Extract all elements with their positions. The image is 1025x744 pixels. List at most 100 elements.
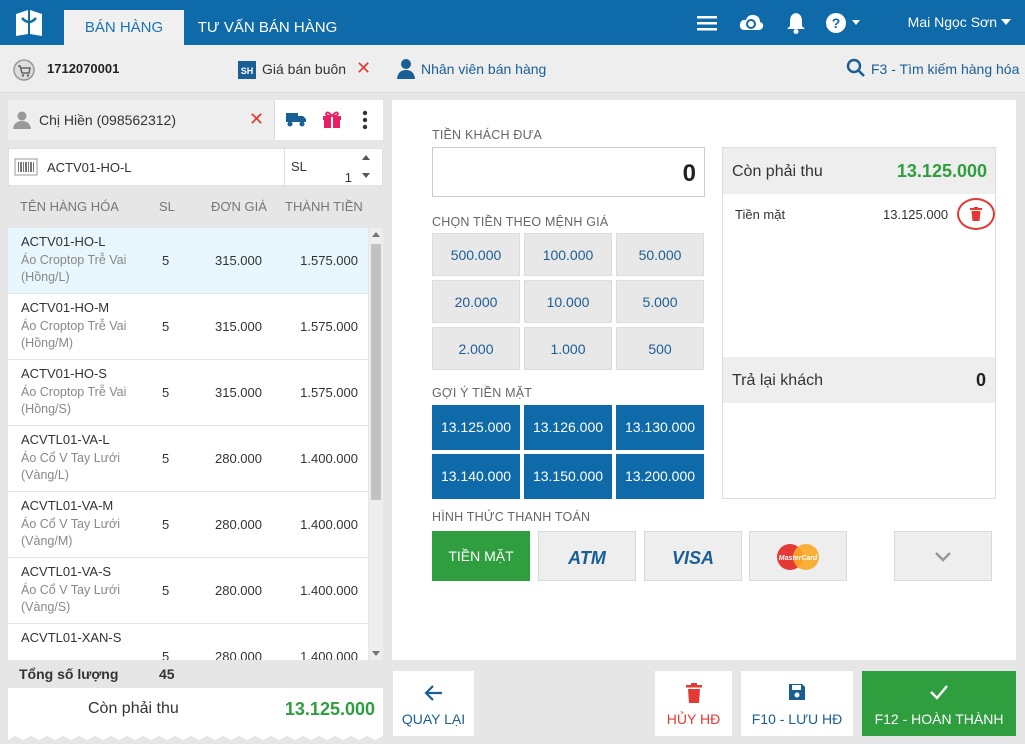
denom-button[interactable]: 2.000 <box>432 327 520 370</box>
summary-due-label: Còn phải thu <box>732 163 823 180</box>
quantity-down-icon[interactable] <box>362 173 370 178</box>
row-qty[interactable]: 5 <box>162 583 169 598</box>
payment-row-value[interactable]: 13.125.000 <box>883 207 948 222</box>
cash-suggestion-button[interactable]: 13.140.000 <box>432 454 520 499</box>
cash-suggestion-button[interactable]: 13.125.000 <box>432 405 520 450</box>
cloud-sync-icon[interactable] <box>738 10 764 36</box>
cash-suggestion-label: GỢI Ý TIỀN MẶT <box>432 386 533 400</box>
finish-button[interactable]: F12 - HOÀN THÀNH <box>862 671 1016 736</box>
summary-return-row: Trả lại khách 0 <box>723 357 995 403</box>
help-caret-icon[interactable] <box>852 20 860 25</box>
staff-selector[interactable]: Nhân viên bán hàng <box>421 61 546 77</box>
product-code-input[interactable]: ACTV01-HO-L <box>47 160 132 175</box>
col-header-total: THÀNH TIỀN <box>285 199 363 214</box>
price-type-label[interactable]: Giá bán buôn <box>262 61 346 77</box>
scroll-down-icon[interactable] <box>372 651 380 656</box>
cash-suggestion-button[interactable]: 13.150.000 <box>524 454 612 499</box>
row-price[interactable]: 315.000 <box>215 385 262 400</box>
row-qty[interactable]: 5 <box>162 385 169 400</box>
mastercard-logo-text: MasterCard <box>779 555 818 562</box>
denom-button[interactable]: 50.000 <box>616 233 704 276</box>
delivery-truck-icon[interactable] <box>285 110 307 128</box>
denom-button[interactable]: 5.000 <box>616 280 704 323</box>
user-caret-icon[interactable] <box>1001 19 1011 25</box>
save-icon <box>789 684 805 700</box>
pay-atm-button[interactable]: ATM <box>538 531 636 581</box>
row-price[interactable]: 280.000 <box>215 517 262 532</box>
bell-icon[interactable] <box>783 10 809 36</box>
trash-icon <box>685 683 702 703</box>
cash-suggestion-button[interactable]: 13.130.000 <box>616 405 704 450</box>
quantity-up-icon[interactable] <box>362 155 370 160</box>
customer-remove-icon[interactable]: ✕ <box>249 109 264 130</box>
table-row[interactable]: ACVTL01-VA-S Áo Cổ V Tay Lưới (Vàng/S) 5… <box>8 558 368 624</box>
total-quantity-bar: Tổng số lượng 45 <box>8 660 383 688</box>
cart-icon[interactable] <box>12 59 36 81</box>
more-payment-methods-button[interactable] <box>894 531 992 581</box>
tab-tu-van-ban-hang[interactable]: TƯ VẤN BÁN HÀNG <box>190 10 345 45</box>
customer-name: Chị Hiền (098562312) <box>39 112 176 128</box>
table-row[interactable]: ACVTL01-VA-M Áo Cổ V Tay Lưới (Vàng/M) 5… <box>8 492 368 558</box>
row-qty[interactable]: 5 <box>162 319 169 334</box>
pay-cash-button[interactable]: TIỀN MẶT <box>432 531 530 581</box>
row-qty[interactable]: 5 <box>162 451 169 466</box>
return-change-value: 0 <box>975 370 986 390</box>
cash-given-input[interactable]: 0 <box>432 147 705 197</box>
user-name[interactable]: Mai Ngọc Sơn <box>908 0 997 45</box>
denom-button[interactable]: 10.000 <box>524 280 612 323</box>
atm-logo-icon: ATM <box>567 548 607 568</box>
trash-icon <box>970 207 982 221</box>
denom-button[interactable]: 1.000 <box>524 327 612 370</box>
row-total: 1.575.000 <box>300 253 358 268</box>
price-list-icon: SH <box>238 61 256 79</box>
row-price[interactable]: 280.000 <box>215 649 262 660</box>
quantity-stepper[interactable]: SL 1 <box>284 149 374 185</box>
cash-suggestion-button[interactable]: 13.126.000 <box>524 405 612 450</box>
denom-button[interactable]: 100.000 <box>524 233 612 276</box>
price-type-close-icon[interactable]: ✕ <box>356 59 371 77</box>
pay-visa-button[interactable]: VISA <box>644 531 742 581</box>
pay-mastercard-button[interactable]: MasterCard <box>749 531 847 581</box>
row-desc: Áo Cổ V Tay Lưới (Vàng/L) <box>21 451 121 482</box>
save-invoice-button[interactable]: F10 - LƯU HĐ <box>741 671 853 736</box>
table-row[interactable]: ACTV01-HO-M Áo Croptop Trễ Vai (Hồng/M) … <box>8 294 368 360</box>
row-total: 1.400.000 <box>300 517 358 532</box>
row-qty[interactable]: 5 <box>162 253 169 268</box>
row-price[interactable]: 280.000 <box>215 451 262 466</box>
delete-payment-button[interactable] <box>957 198 995 230</box>
denom-button[interactable]: 500 <box>616 327 704 370</box>
menu-icon[interactable] <box>694 10 720 36</box>
table-row[interactable]: ACVTL01-VA-L Áo Cổ V Tay Lưới (Vàng/L) 5… <box>8 426 368 492</box>
row-total: 1.400.000 <box>300 451 358 466</box>
cash-given-value[interactable]: 0 <box>683 160 696 188</box>
scrollbar-thumb[interactable] <box>371 244 381 500</box>
cash-suggestion-button[interactable]: 13.200.000 <box>616 454 704 499</box>
customer-bar: Chị Hiền (098562312) ✕ <box>8 100 383 140</box>
table-row[interactable]: ACTV01-HO-S Áo Croptop Trễ Vai (Hồng/S) … <box>8 360 368 426</box>
customer-selector[interactable]: Chị Hiền (098562312) ✕ <box>8 100 275 140</box>
row-price[interactable]: 315.000 <box>215 319 262 334</box>
barcode-icon <box>14 158 38 176</box>
scroll-up-icon[interactable] <box>372 232 380 237</box>
row-price[interactable]: 280.000 <box>215 583 262 598</box>
table-row[interactable]: ACTV01-HO-L Áo Croptop Trễ Vai (Hồng/L) … <box>8 228 368 294</box>
app-logo-icon[interactable] <box>12 8 46 38</box>
amount-due-summary: Còn phải thu 13.125.000 <box>8 688 383 736</box>
total-quantity-label: Tổng số lượng <box>19 666 119 682</box>
search-icon[interactable] <box>846 58 866 78</box>
gift-icon[interactable] <box>321 109 343 129</box>
more-options-icon[interactable] <box>361 109 369 131</box>
table-row[interactable]: ACVTL01-XAN-S 5 280.000 1.400.000 <box>8 624 368 660</box>
help-icon[interactable]: ? <box>823 10 849 36</box>
denom-button[interactable]: 20.000 <box>432 280 520 323</box>
table-scrollbar[interactable] <box>369 228 383 660</box>
back-button[interactable]: QUAY LẠI <box>393 671 474 736</box>
tab-ban-hang[interactable]: BÁN HÀNG <box>64 10 184 45</box>
row-qty[interactable]: 5 <box>162 649 169 660</box>
product-search-link[interactable]: F3 - Tìm kiếm hàng hóa <box>871 61 1019 77</box>
cancel-invoice-button[interactable]: HỦY HĐ <box>655 671 732 736</box>
denom-button[interactable]: 500.000 <box>432 233 520 276</box>
row-desc: Áo Croptop Trễ Vai (Hồng/S) <box>21 385 127 416</box>
row-qty[interactable]: 5 <box>162 517 169 532</box>
row-price[interactable]: 315.000 <box>215 253 262 268</box>
